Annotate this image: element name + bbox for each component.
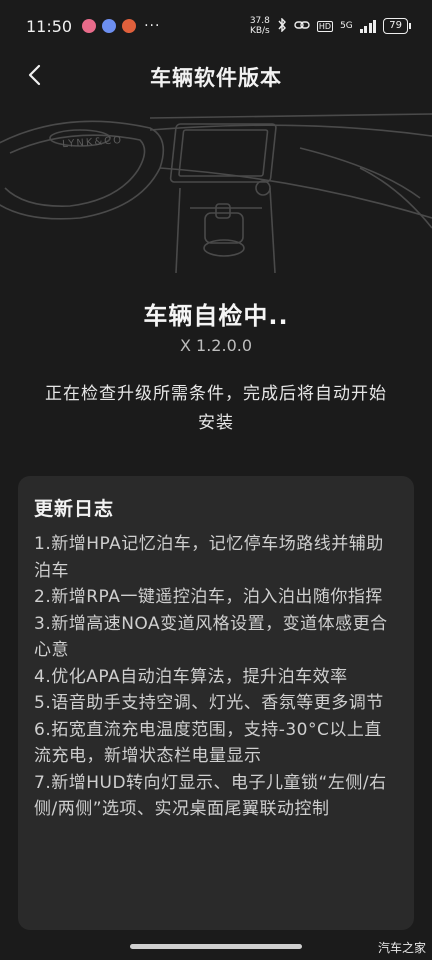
changelog-item: 6.拓宽直流充电温度范围，支持-30°C以上直流充电，新增状态栏电量显示 xyxy=(34,719,382,767)
signal-icon xyxy=(359,19,377,33)
notification-app-icon xyxy=(122,19,137,33)
status-right: 37.8 KB/s HD 5G 79 xyxy=(250,16,411,36)
changelog-item: 5.语音助手支持空调、灯光、香氛等更多调节 xyxy=(34,693,384,713)
status-bar: 11:50 ··· 37.8 KB/s HD 5G 79 xyxy=(0,0,432,52)
changelog-card[interactable]: 更新日志 1.新增HPA记忆泊车，记忆停车场路线并辅助泊车 2.新增RPA一键遥… xyxy=(18,476,414,930)
home-indicator[interactable] xyxy=(130,944,302,949)
bluetooth-icon xyxy=(277,16,287,35)
more-notifications-indicator: ··· xyxy=(144,18,161,34)
changelog-item: 2.新增RPA一键遥控泊车，泊入泊出随你指挥 xyxy=(34,587,383,607)
notification-app-icon xyxy=(102,19,117,33)
header: 车辆软件版本 xyxy=(0,52,432,98)
status-left: 11:50 ··· xyxy=(26,17,160,36)
update-status-description: 正在检查升级所需条件，完成后将自动开始安装 xyxy=(45,384,387,433)
changelog-item: 3.新增高速NOA变道风格设置，变道体感更合心意 xyxy=(34,613,388,661)
net-speed: 37.8 KB/s xyxy=(250,16,270,36)
network-type: 5G xyxy=(340,21,353,31)
changelog-item: 7.新增HUD转向灯显示、电子儿童锁“左侧/右侧/两侧”选项、实况桌面尾翼联动控… xyxy=(34,772,387,820)
version-label: X 1.2.0.0 xyxy=(179,336,253,355)
hd-badge: HD xyxy=(316,20,334,32)
page-title: 车辆软件版本 xyxy=(150,66,282,90)
battery-indicator: 79 xyxy=(383,18,411,34)
car-interior-illustration: LYNK&CO xyxy=(0,113,432,273)
net-speed-unit: KB/s xyxy=(249,26,270,36)
brand-logo-text: LYNK&CO xyxy=(62,135,124,150)
net-speed-value: 37.8 xyxy=(249,16,270,26)
link-icon xyxy=(294,19,310,34)
status-time: 11:50 xyxy=(26,16,73,36)
watermark: 汽车之家 xyxy=(377,941,426,955)
update-status-title: 车辆自检中.. xyxy=(143,302,289,330)
changelog-item: 4.优化APA自动泊车算法，提升泊车效率 xyxy=(34,666,348,687)
notification-app-icon xyxy=(82,19,97,33)
changelog-item: 1.新增HPA记忆泊车，记忆停车场路线并辅助泊车 xyxy=(34,534,384,581)
changelog-title: 更新日志 xyxy=(34,498,115,520)
